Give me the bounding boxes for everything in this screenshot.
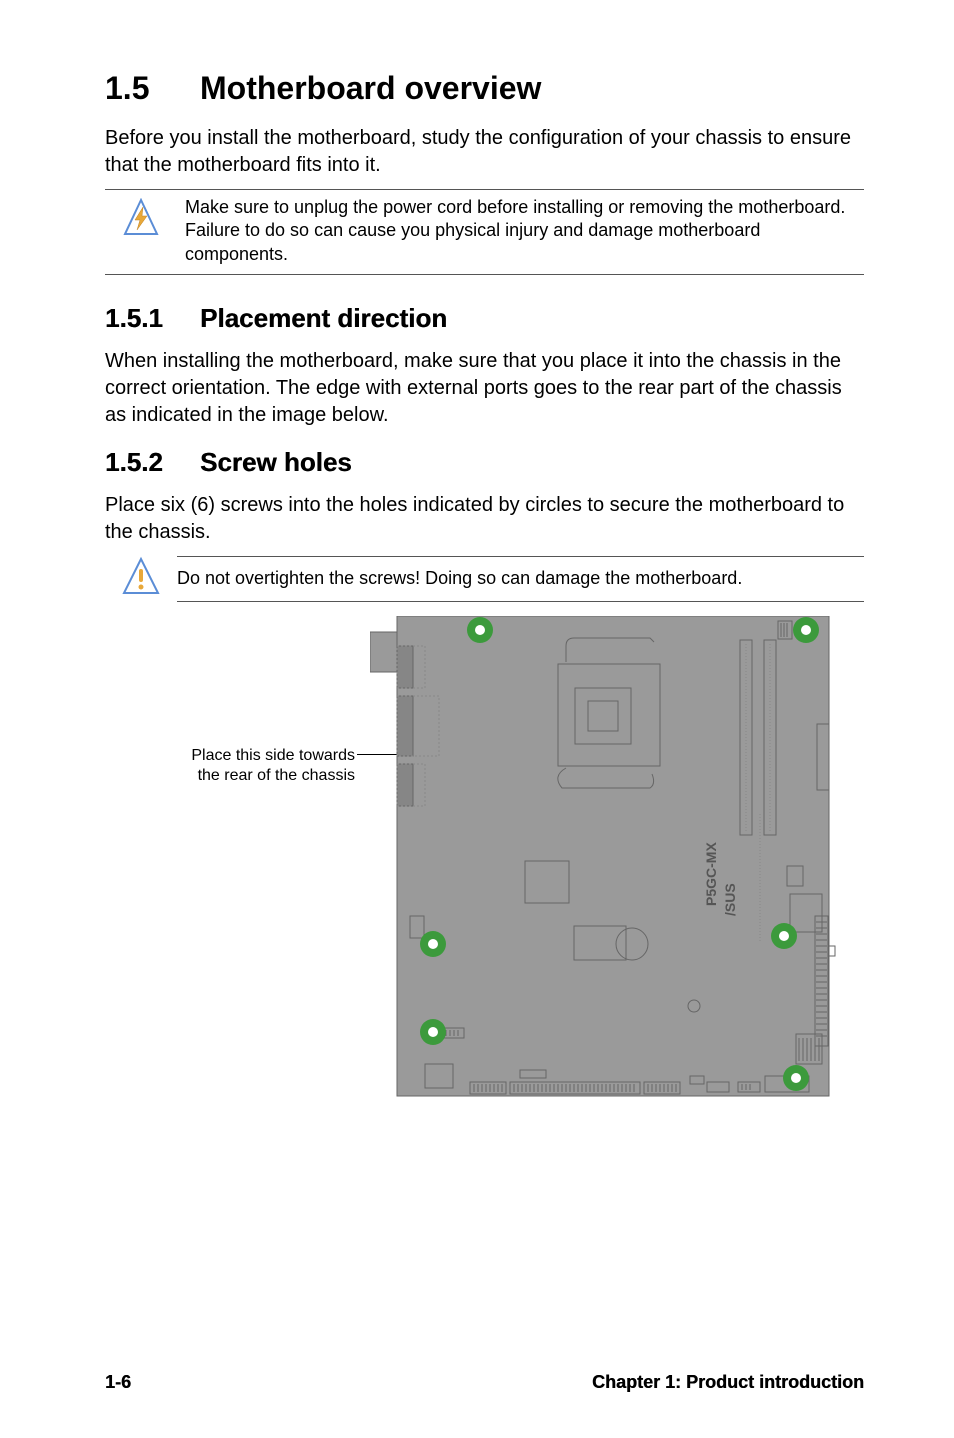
motherboard-illustration: P5GC-MX /SUS xyxy=(370,616,850,1101)
caption-line: Place this side towards xyxy=(191,747,355,764)
electrical-warning-callout: Make sure to unplug the power cord befor… xyxy=(105,189,864,275)
caption-line: the rear of the chassis xyxy=(198,767,355,784)
diagram-caption: Place this side towards the rear of the … xyxy=(155,746,355,788)
subsection-title: Screw holes xyxy=(200,447,352,478)
svg-text:/SUS: /SUS xyxy=(722,883,738,916)
subsection-heading: 1.5.2 Screw holes xyxy=(105,447,864,478)
subsection-number: 1.5.1 xyxy=(105,303,200,334)
subsection-heading: 1.5.1 Placement direction xyxy=(105,303,864,334)
section-intro: Before you install the motherboard, stud… xyxy=(105,125,864,179)
caution-text: Do not overtighten the screws! Doing so … xyxy=(177,567,864,590)
page-number: 1-6 xyxy=(105,1372,131,1393)
section-number: 1.5 xyxy=(105,70,200,107)
motherboard-diagram: Place this side towards the rear of the … xyxy=(105,612,864,1102)
subsection-number: 1.5.2 xyxy=(105,447,200,478)
subsection-title: Placement direction xyxy=(200,303,447,334)
subsection-body: When installing the motherboard, make su… xyxy=(105,348,864,429)
section-title: Motherboard overview xyxy=(200,70,541,107)
subsection-body: Place six (6) screws into the holes indi… xyxy=(105,492,864,546)
section-heading: 1.5 Motherboard overview xyxy=(105,70,864,107)
document-page: 1.5 Motherboard overview Before you inst… xyxy=(0,0,954,1438)
caution-callout: Do not overtighten the screws! Doing so … xyxy=(105,556,864,601)
lightning-icon xyxy=(105,196,177,238)
board-model-label: P5GC-MX xyxy=(703,841,719,905)
chapter-label: Chapter 1: Product introduction xyxy=(592,1372,864,1393)
caution-icon xyxy=(105,556,177,598)
page-footer: 1-6 Chapter 1: Product introduction xyxy=(105,1372,864,1393)
warning-text: Make sure to unplug the power cord befor… xyxy=(177,196,864,266)
